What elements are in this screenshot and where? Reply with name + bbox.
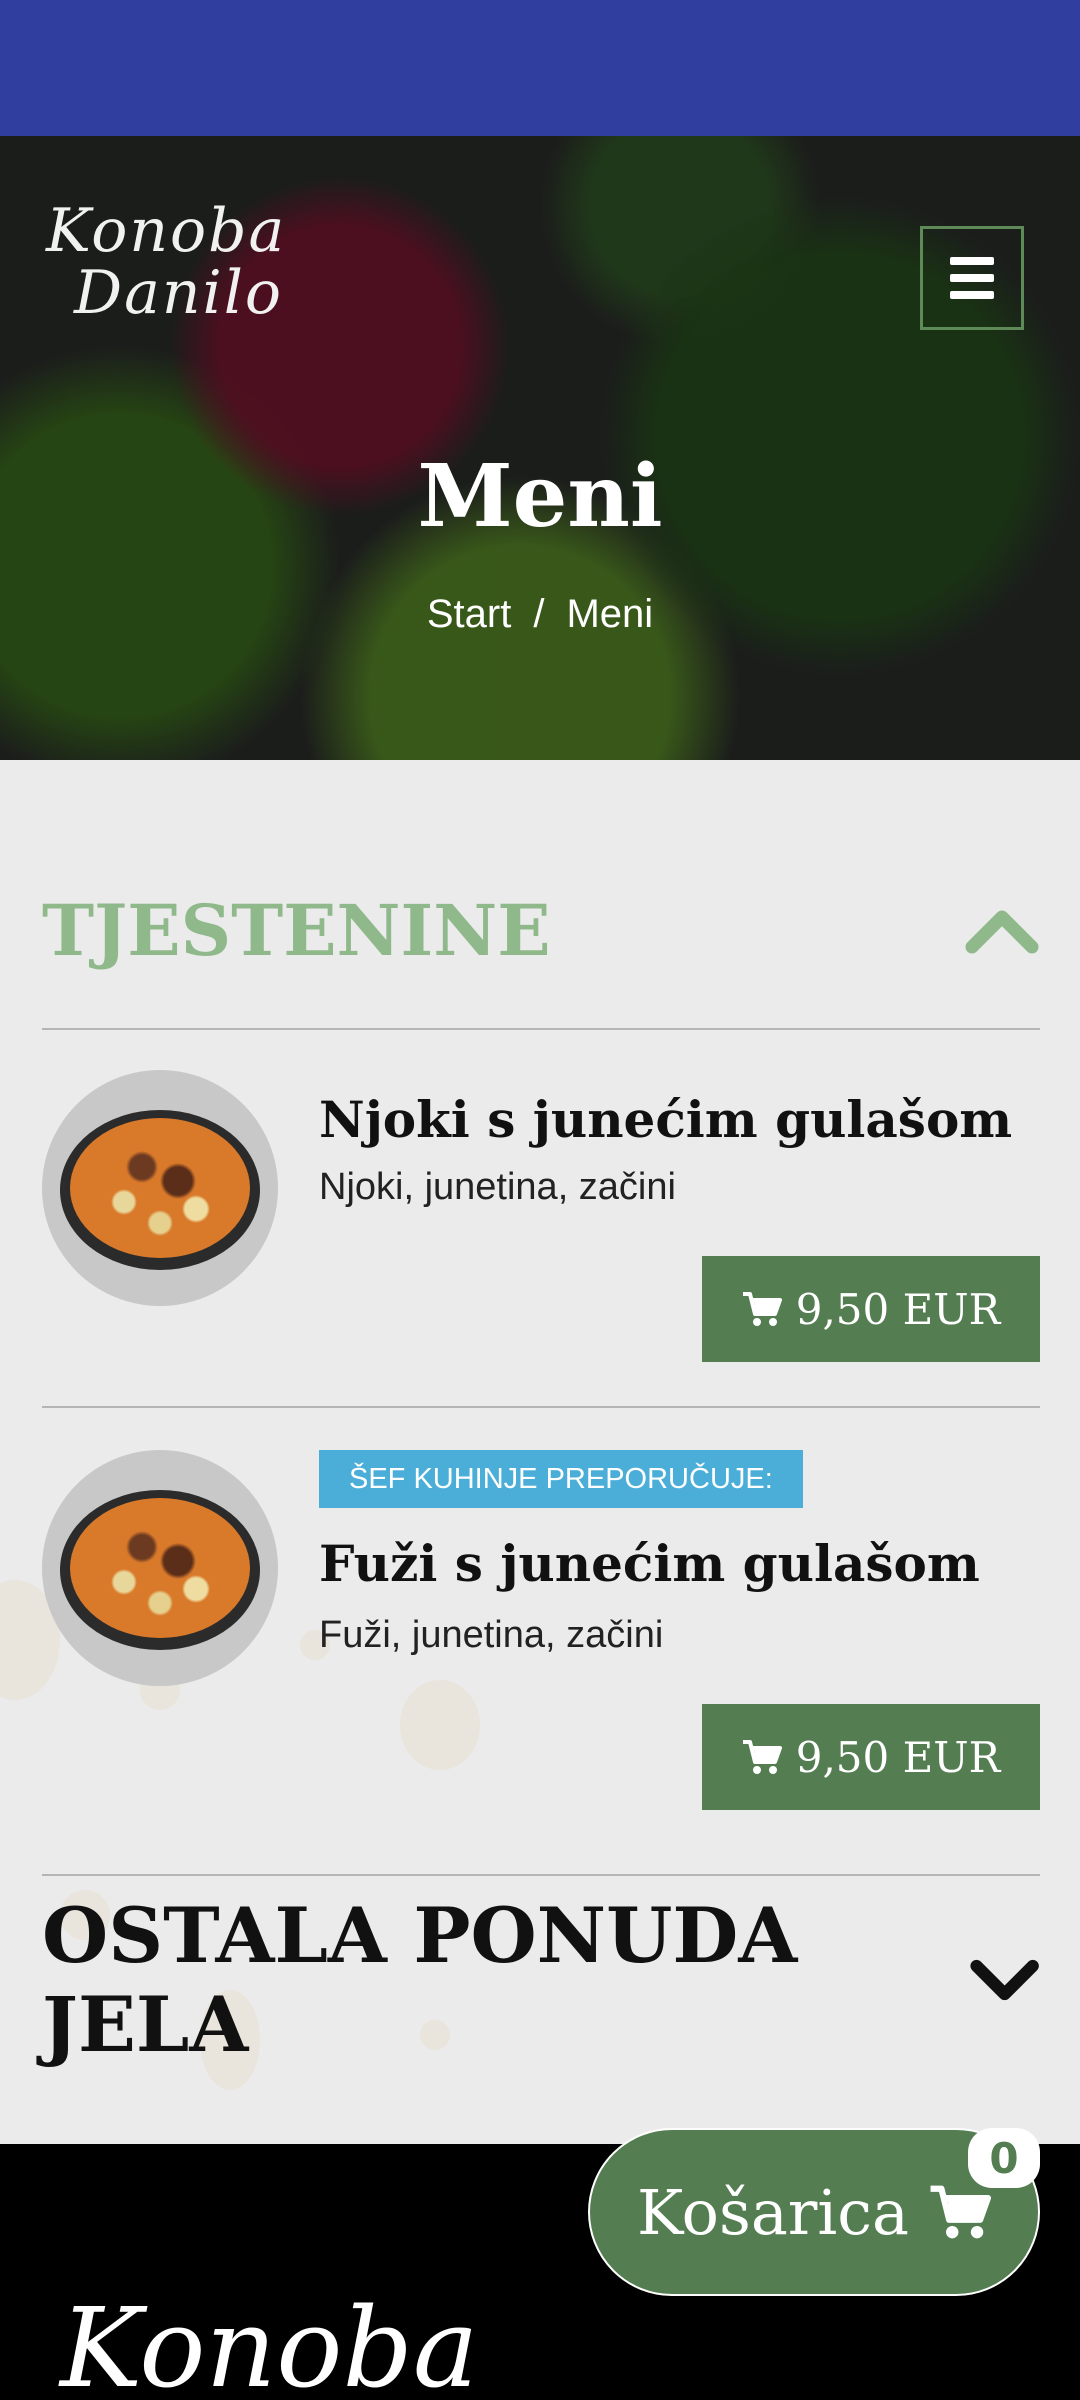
- breadcrumb-separator: /: [533, 592, 545, 636]
- divider: [42, 1028, 1040, 1030]
- category-header-ostala-ponuda[interactable]: OSTALA PONUDA JELA: [42, 1891, 1040, 2069]
- chevron-down-icon[interactable]: [969, 1955, 1040, 2005]
- menu-bar-icon: [950, 257, 994, 265]
- dish-image: [42, 1450, 278, 1686]
- page-title: Meni: [417, 446, 663, 547]
- divider: [42, 1874, 1040, 1876]
- cart-icon: [742, 1740, 782, 1774]
- price: 9,50 EUR: [795, 1284, 1001, 1334]
- logo-line1: Konoba: [46, 196, 287, 266]
- breadcrumb-start-link[interactable]: Start: [427, 592, 511, 636]
- logo-line2: Danilo: [74, 258, 284, 328]
- menu-item-name: Fuži s junećim gulašom: [319, 1534, 980, 1593]
- footer-logo: Konoba: [60, 2284, 479, 2400]
- price: 9,50 EUR: [795, 1732, 1001, 1782]
- cart-icon: [742, 1292, 782, 1326]
- chevron-up-icon[interactable]: [964, 905, 1040, 955]
- cart-icon: [930, 2185, 991, 2239]
- chef-recommends-badge: ŠEF KUHINJE PREPORUČUJE:: [319, 1450, 803, 1508]
- menu-bar-icon: [950, 291, 994, 299]
- menu-item-description: Njoki, junetina, začini: [319, 1166, 676, 1208]
- breadcrumb-current: Meni: [566, 592, 654, 636]
- menu-item-name: Njoki s junećim gulašom: [319, 1090, 1013, 1149]
- hamburger-menu-button[interactable]: [920, 226, 1024, 330]
- category-title: TJESTENINE: [42, 888, 551, 972]
- add-to-cart-price-button[interactable]: 9,50 EUR: [702, 1256, 1040, 1362]
- status-bar: [0, 0, 1080, 136]
- menu-item: ŠEF KUHINJE PREPORUČUJE: Fuži s junećim …: [42, 1450, 1040, 1810]
- dish-image: [42, 1070, 278, 1306]
- logo[interactable]: Konoba Danilo: [46, 200, 286, 324]
- hero-banner: Konoba Danilo Meni Start / Meni: [0, 136, 1080, 760]
- add-to-cart-price-button[interactable]: 9,50 EUR: [702, 1704, 1040, 1810]
- cart-count-badge: 0: [968, 2128, 1040, 2188]
- category-header-tjestenine[interactable]: TJESTENINE: [42, 880, 1040, 980]
- menu-content: TJESTENINE Njoki s junećim gulašom Njoki…: [0, 760, 1080, 2144]
- category-title: OSTALA PONUDA JELA: [42, 1891, 798, 2069]
- divider: [42, 1406, 1040, 1408]
- menu-item: Njoki s junećim gulašom Njoki, junetina,…: [42, 1070, 1040, 1370]
- cart-label: Košarica: [637, 2175, 909, 2249]
- breadcrumb: Start / Meni: [0, 592, 1080, 637]
- menu-item-description: Fuži, junetina, začini: [319, 1614, 664, 1656]
- menu-bar-icon: [950, 274, 994, 282]
